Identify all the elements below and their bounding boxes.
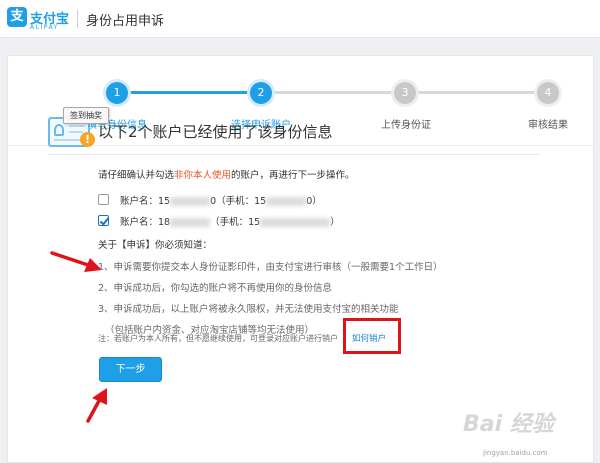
notice-item: 3、申诉成功后，以上账户将被永久限权，并无法使用支付宝的相关功能 — [98, 304, 399, 315]
accounts-heading: 以下2个账户已经使用了该身份信息 — [98, 123, 333, 141]
account-label: 账户名：18 （手机：15） — [120, 217, 340, 228]
next-step-button[interactable]: 下一步 — [99, 357, 162, 382]
redacted-text — [170, 197, 211, 206]
alipay-logo[interactable]: 支 支付宝 ALIPAY — [7, 7, 73, 33]
cancel-account-note: 注：若账户为本人所有，但不愿继续使用，可登录对应账户进行销户 — [98, 334, 338, 343]
logo-subtext: ALIPAY — [30, 24, 59, 31]
step-track-todo — [405, 91, 548, 94]
id-photo-icon — [54, 124, 64, 136]
step-label-4: 审核结果 — [528, 120, 568, 131]
step-label-3: 上传身份证 — [381, 120, 431, 131]
step-circle-2: 2 — [250, 82, 272, 104]
watermark-url: jingyan.baidu.com — [483, 449, 548, 457]
notice-item: 2、申诉成功后，你勾选的账户将不再使用你的身份信息 — [98, 283, 333, 294]
account-label: 账户名：15 0（手机：15 0） — [120, 196, 322, 207]
red-highlight-box — [343, 318, 401, 354]
step-circle-3: 3 — [394, 82, 416, 104]
account-checkbox[interactable] — [98, 194, 109, 205]
step-circle-4: 4 — [537, 82, 559, 104]
redacted-text — [266, 197, 307, 206]
step-track-done — [117, 91, 261, 94]
red-arrow-annotation — [50, 251, 102, 272]
page-title: 身份占用申诉 — [86, 14, 165, 29]
notice-title: 关于【申诉】你必须知道： — [98, 240, 213, 251]
redacted-text — [170, 218, 211, 227]
warning-icon: ! — [80, 132, 95, 147]
top-bar: 支 支付宝 ALIPAY 身份占用申诉 — [0, 0, 600, 38]
baidu-jingyan-watermark: Bai 经验 jingyan.baidu.com — [437, 401, 597, 459]
notice-item: 1、申诉需要你提交本人身份证影印件，由支付宝进行审核（一般需要1个工作日） — [98, 262, 443, 273]
alipay-logo-icon: 支 — [7, 7, 27, 27]
account-checkbox-checked[interactable] — [98, 215, 109, 226]
redacted-text — [260, 218, 331, 227]
section-divider — [48, 154, 540, 155]
instruction-highlight: 非你本人使用 — [174, 170, 232, 181]
header-divider — [77, 10, 78, 28]
step-circle-1: 1 — [106, 82, 128, 104]
watermark-brand: Bai 经验 — [463, 412, 554, 437]
red-arrow-annotation — [86, 388, 107, 423]
instruction-text: 请仔细确认并勾选非你本人使用的账户，再进行下一步操作。 — [98, 170, 355, 181]
step-track-todo — [261, 91, 405, 94]
